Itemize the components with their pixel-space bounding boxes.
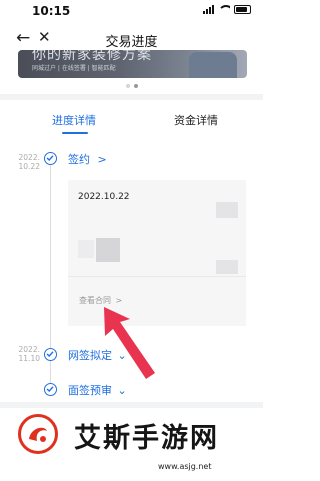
view-contract-label: 查看合同 bbox=[79, 296, 111, 305]
check-circle-icon bbox=[44, 152, 57, 165]
step-face-signing-review[interactable]: 面签预审 ⌄ bbox=[68, 382, 127, 398]
chevron-right-icon: > bbox=[97, 153, 107, 166]
chevron-right-icon: > bbox=[115, 296, 123, 305]
step-date-day: 11.10 bbox=[18, 354, 40, 363]
step-date-day: 10.22 bbox=[18, 162, 40, 171]
banner-title: 你的新家装修方案 bbox=[32, 50, 152, 63]
status-time: 10:15 bbox=[32, 4, 71, 18]
wifi-icon bbox=[218, 5, 230, 14]
carousel-dot[interactable] bbox=[126, 84, 130, 88]
contract-date: 2022.10.22 bbox=[78, 192, 130, 202]
step-label: 签约 bbox=[68, 153, 90, 166]
step-date: 2022. 10.22 bbox=[14, 153, 40, 171]
check-circle-icon bbox=[44, 383, 57, 396]
step-label: 面签预审 bbox=[68, 384, 112, 397]
watermark-logo-icon bbox=[18, 414, 58, 454]
pointer-arrow-icon bbox=[104, 307, 155, 379]
watermark-url: www.asjg.net bbox=[158, 462, 212, 471]
check-circle-icon bbox=[44, 348, 57, 361]
page-title: 交易进度 bbox=[105, 35, 158, 50]
step-date-year: 2022. bbox=[18, 345, 40, 354]
banner-subtitle: 同城过户 | 在线签署 | 智能匹配 bbox=[32, 65, 116, 72]
banner-sofa-image bbox=[189, 52, 237, 78]
status-bar: 10:15 bbox=[0, 0, 263, 22]
carousel-dots bbox=[126, 84, 138, 88]
blurred-content bbox=[96, 238, 120, 262]
tab-progress-details[interactable]: 进度详情 bbox=[52, 112, 96, 128]
blurred-content bbox=[78, 240, 94, 258]
status-icons bbox=[203, 5, 251, 14]
active-tab-indicator bbox=[62, 132, 88, 134]
battery-icon bbox=[234, 5, 251, 14]
watermark-title: 艾斯手游网 bbox=[74, 423, 219, 454]
chevron-down-icon: ⌄ bbox=[117, 384, 127, 397]
step-date: 2022. 11.10 bbox=[14, 345, 40, 363]
site-watermark: 艾斯手游网 www.asjg.net bbox=[0, 402, 263, 481]
step-date-year: 2022. bbox=[18, 153, 40, 162]
tab-funds-details[interactable]: 资金详情 bbox=[174, 112, 218, 128]
promo-banner[interactable]: 你的新家装修方案 同城过户 | 在线签署 | 智能匹配 bbox=[18, 50, 247, 78]
carousel-dot-active[interactable] bbox=[134, 84, 138, 88]
blurred-content bbox=[216, 260, 238, 274]
step-online-signing[interactable]: 网签拟定 ⌄ bbox=[68, 347, 127, 363]
card-divider bbox=[68, 276, 246, 277]
step-label: 网签拟定 bbox=[68, 349, 112, 362]
step-signing[interactable]: 签约 > bbox=[68, 151, 107, 167]
detail-tabs: 进度详情 资金详情 bbox=[0, 100, 263, 136]
signal-icon bbox=[203, 5, 214, 14]
chevron-down-icon: ⌄ bbox=[117, 349, 127, 362]
blurred-content bbox=[216, 202, 238, 218]
